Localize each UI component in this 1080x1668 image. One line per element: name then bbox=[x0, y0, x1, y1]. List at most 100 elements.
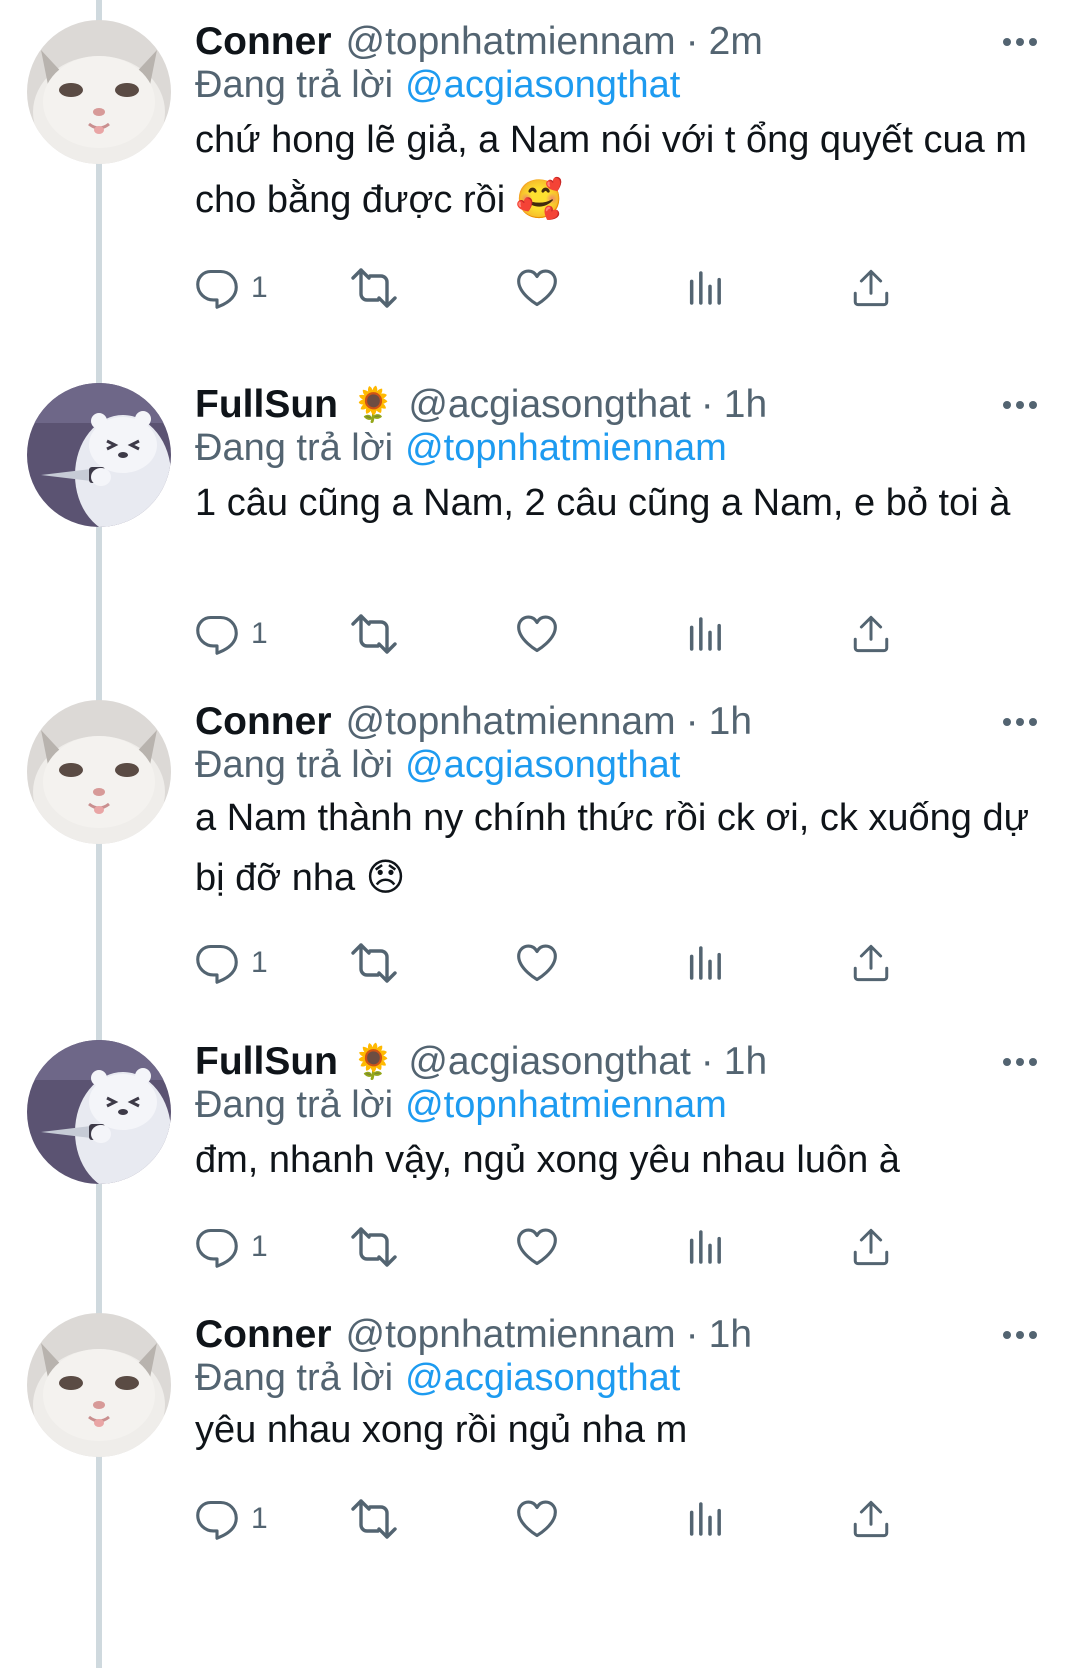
retweet-button[interactable] bbox=[350, 1221, 398, 1273]
more-options-icon[interactable] bbox=[1002, 1052, 1038, 1072]
like-button[interactable] bbox=[515, 608, 559, 660]
tweet-text: yêu nhau xong rồi ngủ nha m bbox=[195, 1409, 688, 1451]
user-handle[interactable]: @topnhatmiennam bbox=[346, 20, 676, 64]
retweet-button[interactable] bbox=[350, 262, 398, 314]
reply-mention-link[interactable]: @topnhatmiennam bbox=[405, 427, 727, 470]
share-button[interactable] bbox=[850, 937, 892, 989]
share-button[interactable] bbox=[850, 262, 892, 314]
separator-dot: · bbox=[700, 1040, 714, 1083]
white-cat-avatar bbox=[27, 700, 171, 844]
reply-count: 1 bbox=[251, 1230, 268, 1263]
views-button[interactable] bbox=[685, 608, 725, 660]
retweet-icon bbox=[350, 939, 398, 987]
avatar[interactable] bbox=[27, 1040, 171, 1184]
views-button[interactable] bbox=[685, 1493, 725, 1545]
replying-to-label: Đang trả lời bbox=[195, 743, 394, 786]
share-icon bbox=[850, 1226, 892, 1268]
retweet-button[interactable] bbox=[350, 608, 398, 660]
replying-to-label: Đang trả lời bbox=[195, 63, 394, 106]
retweet-button[interactable] bbox=[350, 937, 398, 989]
timestamp[interactable]: 1h bbox=[709, 700, 752, 744]
display-name[interactable]: Conner bbox=[195, 700, 332, 744]
views-button[interactable] bbox=[685, 1221, 725, 1273]
more-options-icon[interactable] bbox=[1002, 395, 1038, 415]
avatar[interactable] bbox=[27, 20, 171, 164]
share-button[interactable] bbox=[850, 608, 892, 660]
like-button[interactable] bbox=[515, 262, 559, 314]
polar-bear-knife-avatar bbox=[27, 383, 171, 527]
replying-to: Đang trả lời @topnhatmiennam bbox=[195, 423, 727, 473]
analytics-icon bbox=[685, 614, 725, 654]
reply-mention-link[interactable]: @acgiasongthat bbox=[405, 1357, 680, 1400]
reply-count: 1 bbox=[251, 946, 268, 979]
avatar[interactable] bbox=[27, 700, 171, 844]
reply-mention-link[interactable]: @topnhatmiennam bbox=[405, 1084, 727, 1127]
views-button[interactable] bbox=[685, 262, 725, 314]
reply-button[interactable]: 1 bbox=[195, 937, 268, 989]
reply-count: 1 bbox=[251, 1502, 268, 1535]
tweet-text: 1 câu cũng a Nam, 2 câu cũng a Nam, e bỏ… bbox=[195, 482, 1011, 524]
heart-icon bbox=[515, 1497, 559, 1541]
tweet-text: a Nam thành ny chính thức rồi ck ơi, ck … bbox=[195, 797, 1030, 899]
tweet-text: chứ hong lẽ giả, a Nam nói với t ổng quy… bbox=[195, 119, 1027, 221]
user-handle[interactable]: @acgiasongthat bbox=[408, 383, 690, 427]
display-name[interactable]: Conner bbox=[195, 20, 332, 64]
reply-button[interactable]: 1 bbox=[195, 1493, 268, 1545]
reply-count: 1 bbox=[251, 617, 268, 650]
reply-icon bbox=[195, 1225, 239, 1269]
retweet-icon bbox=[350, 1495, 398, 1543]
replying-to-label: Đang trả lời bbox=[195, 1356, 394, 1399]
reply-button[interactable]: 1 bbox=[195, 608, 268, 660]
avatar[interactable] bbox=[27, 1313, 171, 1457]
analytics-icon bbox=[685, 943, 725, 983]
like-button[interactable] bbox=[515, 1493, 559, 1545]
user-handle[interactable]: @topnhatmiennam bbox=[346, 700, 676, 744]
more-options-icon[interactable] bbox=[1002, 32, 1038, 52]
timestamp[interactable]: 1h bbox=[709, 1313, 752, 1357]
display-name[interactable]: FullSun bbox=[195, 1040, 338, 1084]
display-name[interactable]: FullSun bbox=[195, 383, 338, 427]
like-button[interactable] bbox=[515, 937, 559, 989]
replying-to: Đang trả lời @topnhatmiennam bbox=[195, 1080, 727, 1130]
share-icon bbox=[850, 613, 892, 655]
tweet-actions: 1 bbox=[195, 1493, 975, 1545]
reply-icon bbox=[195, 266, 239, 310]
heart-icon bbox=[515, 1225, 559, 1269]
polar-bear-knife-avatar bbox=[27, 1040, 171, 1184]
timestamp[interactable]: 1h bbox=[724, 1040, 767, 1084]
views-button[interactable] bbox=[685, 937, 725, 989]
timestamp[interactable]: 2m bbox=[709, 20, 763, 64]
share-icon bbox=[850, 942, 892, 984]
tweet-text: đm, nhanh vậy, ngủ xong yêu nhau luôn à bbox=[195, 1139, 900, 1181]
heart-icon bbox=[515, 266, 559, 310]
replying-to-label: Đang trả lời bbox=[195, 426, 394, 469]
retweet-button[interactable] bbox=[350, 1493, 398, 1545]
share-icon bbox=[850, 267, 892, 309]
share-button[interactable] bbox=[850, 1493, 892, 1545]
reply-icon bbox=[195, 1497, 239, 1541]
like-button[interactable] bbox=[515, 1221, 559, 1273]
separator-dot: · bbox=[700, 383, 714, 426]
separator-dot: · bbox=[685, 700, 699, 743]
reply-mention-link[interactable]: @acgiasongthat bbox=[405, 64, 680, 107]
reply-icon bbox=[195, 941, 239, 985]
display-name[interactable]: Conner bbox=[195, 1313, 332, 1357]
avatar[interactable] bbox=[27, 383, 171, 527]
share-button[interactable] bbox=[850, 1221, 892, 1273]
white-cat-avatar bbox=[27, 1313, 171, 1457]
tweet-actions: 1 bbox=[195, 1221, 975, 1273]
reply-button[interactable]: 1 bbox=[195, 1221, 268, 1273]
analytics-icon bbox=[685, 1227, 725, 1267]
user-handle[interactable]: @acgiasongthat bbox=[408, 1040, 690, 1084]
replying-to: Đang trả lời @acgiasongthat bbox=[195, 740, 680, 790]
more-options-icon[interactable] bbox=[1002, 1325, 1038, 1345]
user-handle[interactable]: @topnhatmiennam bbox=[346, 1313, 676, 1357]
reply-button[interactable]: 1 bbox=[195, 262, 268, 314]
timestamp[interactable]: 1h bbox=[724, 383, 767, 427]
analytics-icon bbox=[685, 268, 725, 308]
reply-count: 1 bbox=[251, 271, 268, 304]
reply-mention-link[interactable]: @acgiasongthat bbox=[405, 744, 680, 787]
separator-dot: · bbox=[685, 1313, 699, 1356]
replying-to: Đang trả lời @acgiasongthat bbox=[195, 1353, 680, 1403]
more-options-icon[interactable] bbox=[1002, 712, 1038, 732]
